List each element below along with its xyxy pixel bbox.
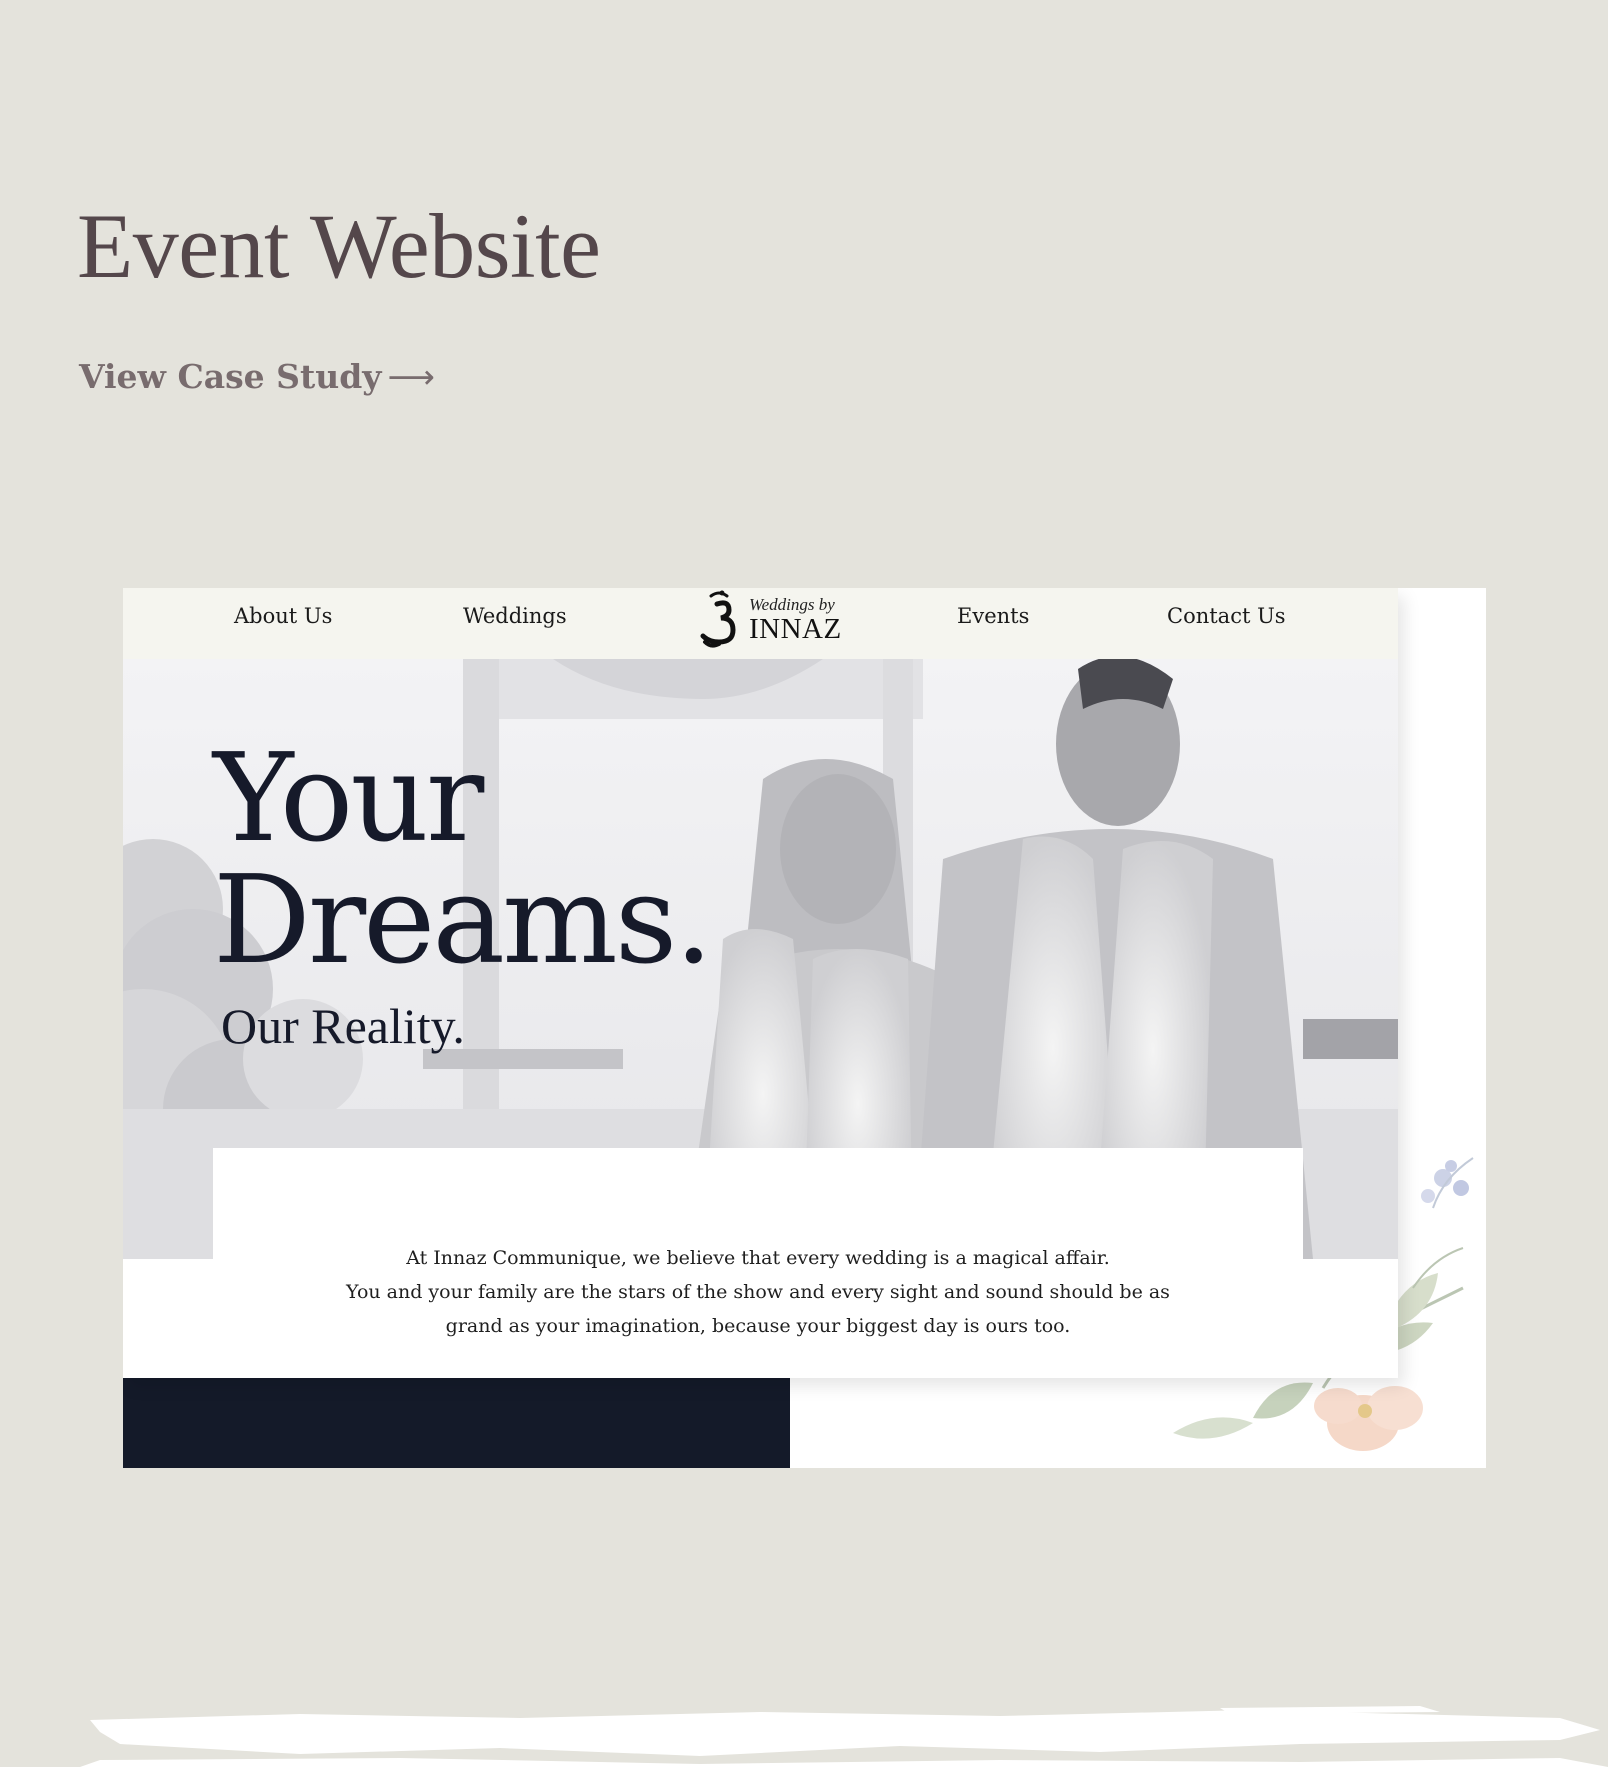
brush-stroke-decoration [80,1706,1608,1767]
nav-about-us[interactable]: About Us [234,606,332,627]
hero-headline-line-2: Dreams. [213,849,713,991]
intro-card: At Innaz Communique, we believe that eve… [213,1148,1303,1378]
innaz-logo[interactable]: Weddings by INNAZ [693,590,841,650]
dark-footer-band [123,1378,790,1468]
intro-text: At Innaz Communique, we believe that eve… [213,1241,1303,1343]
hero-headline-line-1: Your [213,727,484,869]
logo-brand: INNAZ [749,613,842,645]
hero-headline: Your Dreams. [213,727,713,991]
top-navigation: About Us Weddings Weddings by INNAZ Even… [123,588,1398,659]
long-right-arrow-icon: ⟶ [387,357,435,396]
om-symbol-icon [700,590,736,648]
website-mockup: About Us Weddings Weddings by INNAZ Even… [123,588,1486,1468]
view-case-study-link[interactable]: View Case Study ⟶ [79,360,435,393]
view-case-study-label: View Case Study [79,357,382,396]
hero-subline: Our Reality. [221,998,465,1054]
nav-events[interactable]: Events [957,606,1029,627]
intro-line-3: grand as your imagination, because your … [445,1315,1071,1337]
intro-line-2: You and your family are the stars of the… [346,1281,1170,1303]
nav-contact-us[interactable]: Contact Us [1167,606,1286,627]
page-title: Event Website [77,195,601,297]
intro-line-1: At Innaz Communique, we believe that eve… [406,1247,1110,1269]
website-screen: About Us Weddings Weddings by INNAZ Even… [123,588,1398,1378]
logo-tagline: Weddings by [749,595,835,614]
nav-weddings[interactable]: Weddings [463,606,567,627]
